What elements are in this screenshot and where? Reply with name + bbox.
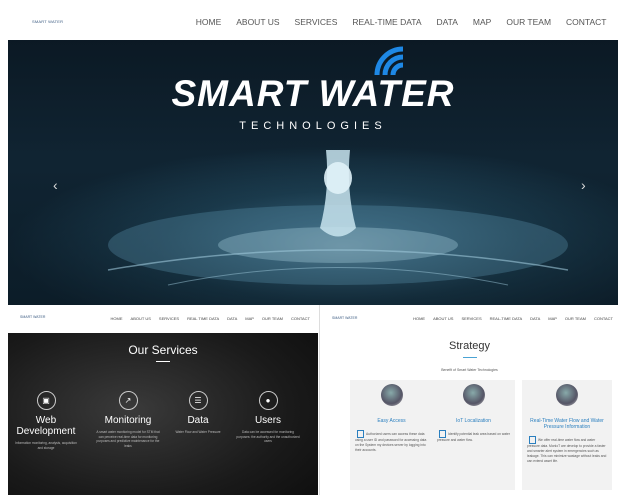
service-desc: Water Flow and Water Pressure [175, 430, 221, 434]
card-image [556, 384, 578, 406]
services-nav-contact[interactable]: CONTACT [287, 316, 314, 321]
nav-services[interactable]: SERVICES [287, 17, 345, 27]
service-users: ● Users Data can be accessed for monitor… [230, 391, 306, 444]
service-desc: Data can be accessed for monitoring purp… [236, 430, 300, 443]
site-logo[interactable]: SMART WATER [32, 19, 63, 24]
strategy-nav-services[interactable]: SERVICES [457, 316, 485, 321]
strategy-card-real-time: Real-Time Water Flow and Water Pressure … [522, 380, 612, 490]
service-desc: Information monitoring, analysis, acquis… [15, 441, 77, 450]
service-name: Monitoring [104, 415, 152, 426]
strategy-title-underline [463, 357, 477, 358]
hero-title: SMART WATER [171, 73, 455, 114]
top-nav: SMART WATER HOME ABOUT US SERVICES REAL-… [7, 7, 618, 39]
water-drop-image [107, 150, 569, 286]
strategy-nav-contact[interactable]: CONTACT [590, 316, 617, 321]
services-nav: SMART WATER HOME ABOUT US SERVICES REAL … [8, 305, 318, 333]
strategy-nav-realtime[interactable]: REAL-TIME DATA [486, 316, 527, 321]
strategy-screenshot: SMART WATER HOME ABOUT US SERVICES REAL-… [319, 305, 619, 495]
services-nav-home[interactable]: HOME [107, 316, 127, 321]
card-body: We offer real-time water flow and water … [527, 436, 607, 464]
nav-real-time-data[interactable]: REAL-TIME DATA [345, 17, 429, 27]
services-nav-links: HOME ABOUT US SERVICES REAL TIME DATA DA… [107, 316, 314, 321]
card-title: Real-Time Water Flow and Water Pressure … [530, 418, 604, 430]
chart-icon: ↗ [118, 391, 138, 410]
nav-our-team[interactable]: OUR TEAM [499, 17, 559, 27]
bracket-icon [357, 430, 364, 438]
services-nav-about[interactable]: ABOUT US [127, 316, 155, 321]
strategy-title: Strategy [449, 340, 490, 352]
nav-map[interactable]: MAP [465, 17, 498, 27]
strategy-nav-links: HOME ABOUT US SERVICES REAL-TIME DATA DA… [409, 316, 617, 321]
services-nav-services[interactable]: SERVICES [155, 316, 183, 321]
card-desc: Identify potential leak area based on wa… [437, 431, 510, 442]
screenshot-frame: SMART WATER HOME ABOUT US SERVICES REAL-… [7, 7, 619, 497]
services-nav-data[interactable]: DATA [223, 316, 241, 321]
service-name: Web Development [16, 415, 76, 437]
service-name: Users [254, 415, 282, 426]
card-body: Identify potential leak area based on wa… [437, 430, 510, 443]
card-title: IoT Localization [456, 418, 491, 424]
services-title-underline [156, 361, 170, 362]
user-icon: ● [258, 391, 278, 410]
monitor-icon: ▣ [36, 391, 56, 410]
bracket-icon [529, 436, 536, 444]
carousel-next-arrow[interactable]: › [581, 177, 586, 193]
card-image [462, 384, 485, 406]
strategy-nav-map[interactable]: MAP [544, 316, 561, 321]
strategy-logo[interactable]: SMART WATER [332, 316, 357, 320]
strategy-nav-about[interactable]: ABOUT US [429, 316, 457, 321]
card-body: Authorized users can access these data u… [355, 430, 428, 453]
card-desc: Authorized users can access these data u… [355, 431, 427, 452]
services-nav-realtime[interactable]: REAL TIME DATA [183, 316, 223, 321]
services-title: Our Services [128, 343, 198, 357]
strategy-nav-data[interactable]: DATA [526, 316, 544, 321]
service-data: ☰ Data Water Flow and Water Pressure [160, 391, 236, 435]
bracket-icon [439, 430, 446, 438]
strategy-nav-home[interactable]: HOME [409, 316, 429, 321]
nav-links: HOME ABOUT US SERVICES REAL-TIME DATA DA… [188, 17, 614, 27]
nav-data[interactable]: DATA [429, 17, 465, 27]
services-nav-team[interactable]: OUR TEAM [258, 316, 287, 321]
nav-about-us[interactable]: ABOUT US [229, 17, 287, 27]
card-title: Easy Access [377, 418, 406, 424]
hero-banner: SMART WATER TECHNOLOGIES ‹ › [8, 40, 618, 305]
hero-subtitle: TECHNOLOGIES [239, 120, 387, 132]
service-name: Data [187, 415, 209, 426]
card-desc: We offer real-time water flow and water … [527, 437, 607, 463]
strategy-subtitle: Benefit of Smart Water Technologies [441, 368, 498, 372]
strategy-nav-team[interactable]: OUR TEAM [561, 316, 590, 321]
services-nav-map[interactable]: MAP [241, 316, 258, 321]
services-logo[interactable]: SMART WATER [20, 315, 45, 319]
services-screenshot: SMART WATER HOME ABOUT US SERVICES REAL … [8, 305, 318, 495]
strategy-nav: SMART WATER HOME ABOUT US SERVICES REAL-… [320, 305, 619, 329]
database-icon: ☰ [188, 391, 208, 410]
service-desc: A smart water monitoring model for STM t… [96, 430, 160, 448]
service-monitoring: ↗ Monitoring A smart water monitoring mo… [90, 391, 166, 448]
carousel-prev-arrow[interactable]: ‹ [53, 177, 58, 193]
nav-contact[interactable]: CONTACT [559, 17, 614, 27]
card-image [380, 384, 403, 406]
service-web-development: ▣ Web Development Information monitoring… [8, 391, 84, 450]
strategy-card-easy-access: Easy Access Authorized users can access … [350, 380, 433, 490]
nav-home[interactable]: HOME [188, 17, 229, 27]
strategy-card-iot-localization: IoT Localization Identify potential leak… [432, 380, 515, 490]
